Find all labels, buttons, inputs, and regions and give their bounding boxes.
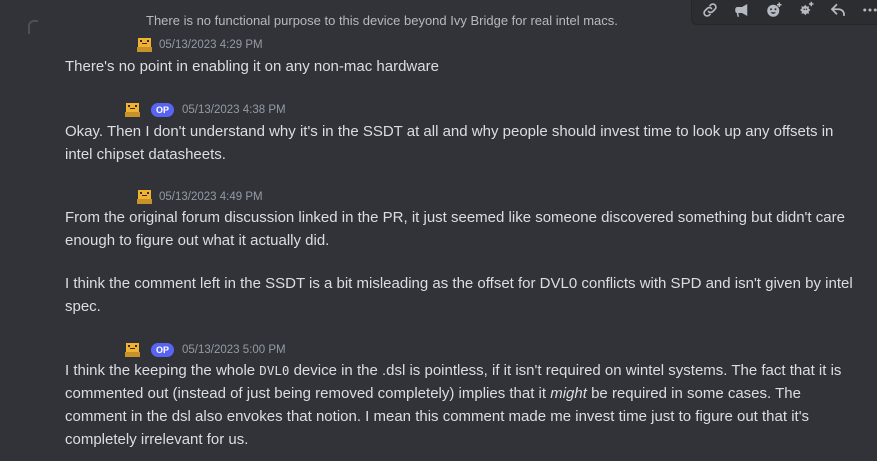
inline-code: DVL0: [259, 363, 290, 378]
message-header: OP 05/13/2023 5:00 PM: [125, 342, 286, 358]
add-reaction-icon[interactable]: [764, 0, 784, 20]
message-paragraph: There's no point in enabling it on any n…: [65, 58, 439, 75]
timestamp: 05/13/2023 4:49 PM: [159, 191, 263, 203]
avatar-icon[interactable]: [125, 103, 140, 117]
message-paragraph: I think the keeping the whole DVL0 devic…: [65, 359, 855, 451]
avatar-icon[interactable]: [137, 38, 152, 52]
timestamp: 05/13/2023 4:29 PM: [159, 39, 263, 51]
message-paragraph: From the original forum discussion linke…: [65, 209, 845, 249]
message-paragraph: I think the comment left in the SSDT is …: [65, 275, 853, 315]
avatar-icon[interactable]: [125, 343, 140, 357]
reply-connector: [28, 20, 38, 34]
timestamp: 05/13/2023 5:00 PM: [182, 344, 286, 356]
megaphone-icon[interactable]: [732, 0, 752, 20]
timestamp: 05/13/2023 4:38 PM: [182, 104, 286, 116]
message-paragraph: Okay. Then I don't understand why it's i…: [65, 123, 834, 163]
message-content: Okay. Then I don't understand why it's i…: [65, 120, 855, 166]
op-badge: OP: [151, 103, 175, 117]
message-content: There's no point in enabling it on any n…: [65, 55, 855, 78]
link-icon[interactable]: [700, 0, 720, 20]
avatar-icon[interactable]: [137, 190, 152, 204]
reply-icon[interactable]: [828, 0, 848, 20]
add-super-reaction-icon[interactable]: [796, 0, 816, 20]
message-content: I think the keeping the whole DVL0 devic…: [65, 359, 855, 451]
emphasis-text: might: [550, 385, 587, 402]
reply-preview-text[interactable]: There is no functional purpose to this d…: [146, 13, 618, 28]
message-content: From the original forum discussion linke…: [65, 206, 855, 318]
more-icon[interactable]: [860, 0, 877, 20]
text-segment: I think the keeping the whole: [65, 362, 260, 379]
message-toolbar: [691, 0, 877, 25]
message-header: 05/13/2023 4:49 PM: [137, 189, 263, 205]
op-badge: OP: [151, 343, 175, 357]
message-header: 05/13/2023 4:29 PM: [137, 37, 263, 53]
message-header: OP 05/13/2023 4:38 PM: [125, 102, 286, 118]
